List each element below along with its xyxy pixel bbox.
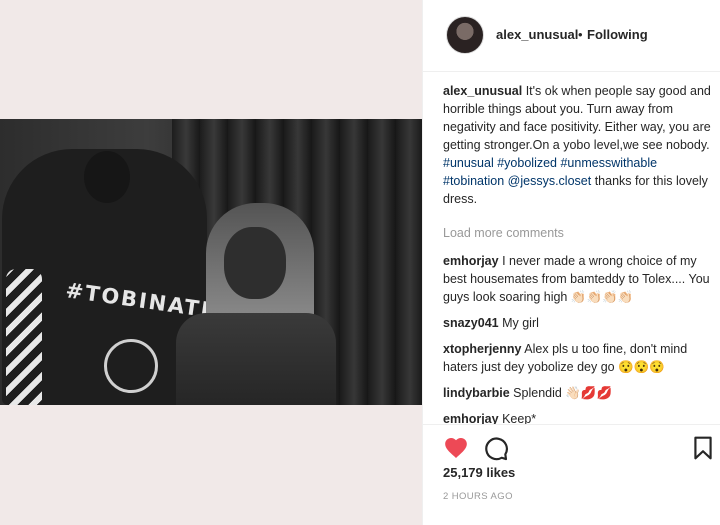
hashtag-link[interactable]: #unusual — [443, 156, 494, 170]
comment-item: emhorjay I never made a wrong choice of … — [443, 252, 715, 306]
comment-item: lindybarbie Splendid 👋🏻💋💋 — [443, 384, 715, 402]
comment-text: Splendid — [513, 386, 562, 400]
comment-item: snazy041 My girl — [443, 314, 715, 332]
load-more-comments-button[interactable]: Load more comments — [443, 224, 715, 242]
comment-username[interactable]: xtopherjenny — [443, 342, 522, 356]
comment-username[interactable]: emhorjay — [443, 254, 499, 268]
heart-icon[interactable] — [443, 435, 469, 461]
comments-list[interactable]: alex_unusual It's ok when people say goo… — [443, 82, 715, 424]
post-timestamp[interactable]: 2 HOURS AGO — [443, 491, 513, 502]
comment-item: xtopherjenny Alex pls u too fine, don't … — [443, 340, 715, 376]
post-actions: 25,179 likes 2 HOURS AGO — [423, 424, 720, 525]
post-caption: alex_unusual It's ok when people say goo… — [443, 82, 715, 208]
surprised-face-icon: 😯😯😯 — [618, 360, 665, 374]
post-panel: alex_unusual • Following alex_unusual It… — [422, 0, 720, 525]
comment-text: My girl — [502, 316, 539, 330]
man-head — [84, 151, 130, 203]
header-username[interactable]: alex_unusual — [496, 27, 578, 42]
avatar[interactable] — [446, 16, 484, 54]
woman-figure — [176, 203, 336, 405]
comment-text: Keep* — [502, 412, 537, 424]
clapping-hands-icon: 👏🏻👏🏻👏🏻👏🏻 — [570, 290, 634, 304]
comment-bubble-icon[interactable] — [483, 435, 509, 461]
mention-link[interactable]: @jessys.closet — [508, 174, 592, 188]
media-panel: #TOBINATION — [0, 0, 422, 525]
kiss-lips-icon: 👋🏻💋💋 — [565, 386, 613, 400]
following-button[interactable]: Following — [587, 27, 648, 42]
likes-count[interactable]: 25,179 likes — [443, 465, 515, 480]
hashtag-link[interactable]: #tobination — [443, 174, 504, 188]
bookmark-icon[interactable] — [690, 435, 716, 461]
hashtag-link[interactable]: #yobolized — [497, 156, 557, 170]
hashtag-link[interactable]: #unmesswithable — [560, 156, 657, 170]
comment-username[interactable]: lindybarbie — [443, 386, 510, 400]
fist-emblem-icon — [104, 339, 158, 393]
comment-item: emhorjay Keep* — [443, 410, 715, 424]
post-header: alex_unusual • Following — [423, 0, 720, 72]
jacket-sleeve-pattern — [6, 269, 42, 405]
header-separator: • — [578, 27, 583, 42]
post-photo[interactable]: #TOBINATION — [0, 119, 422, 405]
woman-face — [224, 227, 286, 299]
caption-username[interactable]: alex_unusual — [443, 84, 522, 98]
comment-username[interactable]: emhorjay — [443, 412, 499, 424]
woman-crossed-arms — [176, 313, 336, 405]
comment-username[interactable]: snazy041 — [443, 316, 499, 330]
